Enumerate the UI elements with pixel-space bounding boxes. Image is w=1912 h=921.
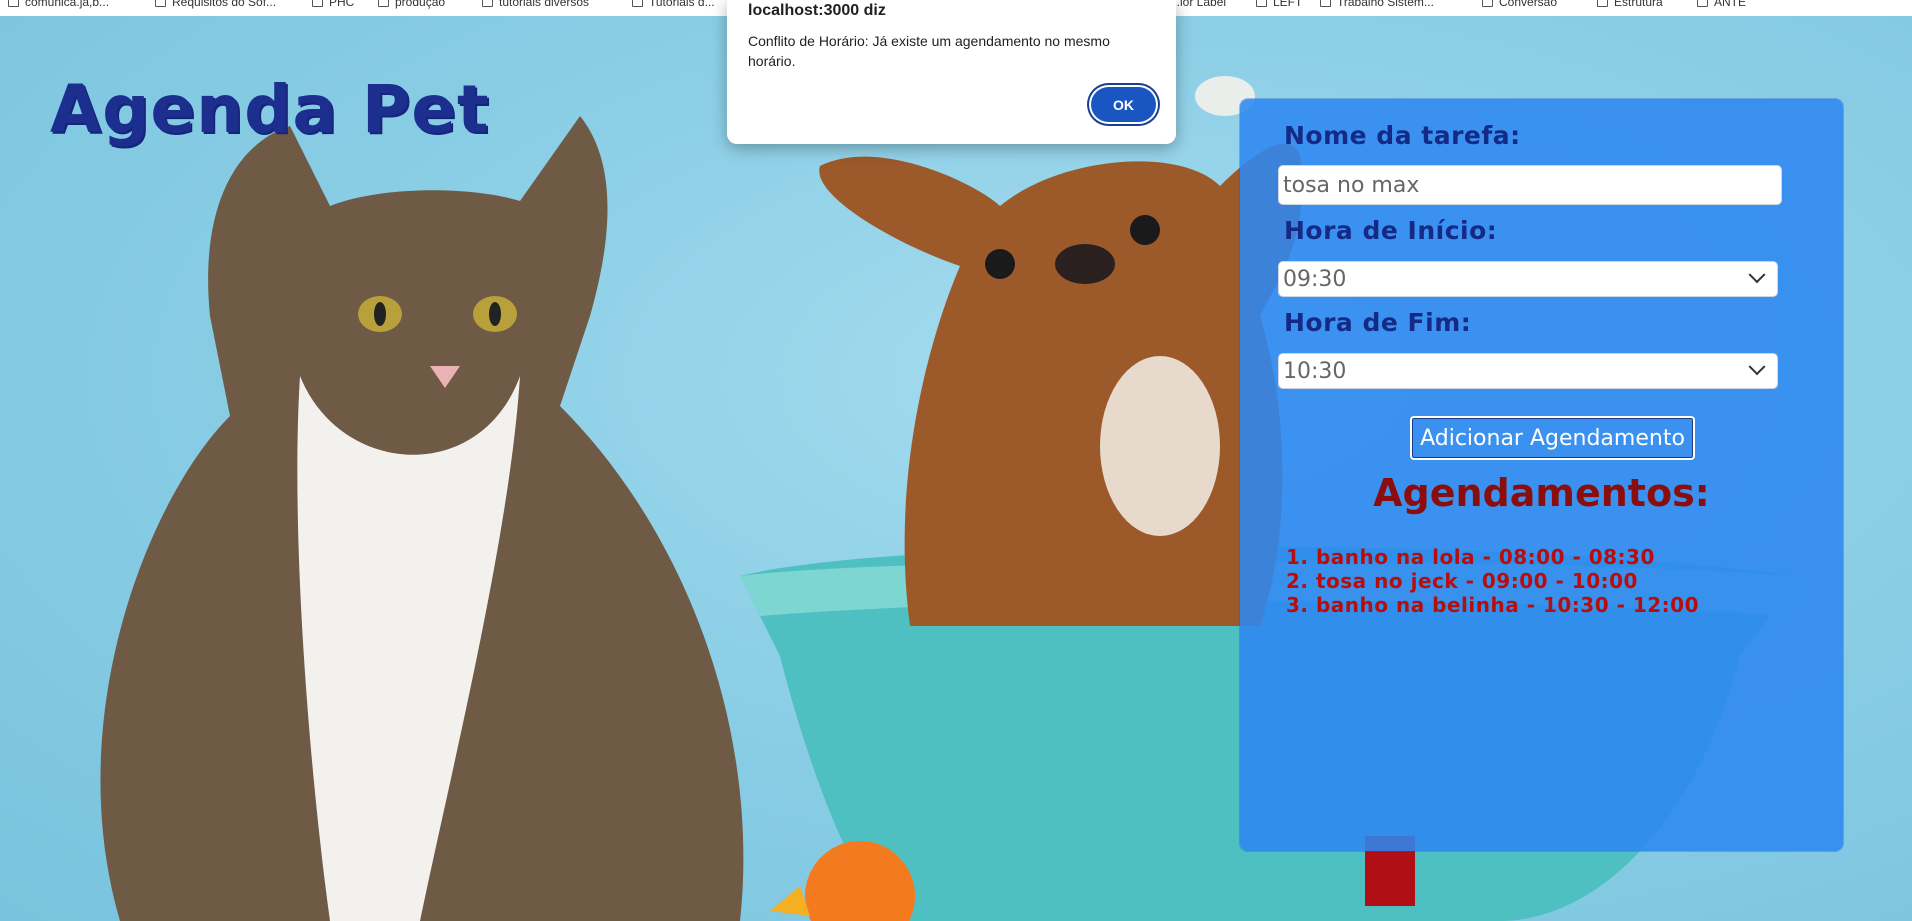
alert-dialog: localhost:3000 diz Conflito de Horário: … xyxy=(727,0,1176,144)
bookmark-item[interactable]: LEFT xyxy=(1256,0,1302,10)
task-name-label: Nome da tarefa: xyxy=(1284,121,1521,150)
bookmark-item[interactable]: Trabalho Sistem... xyxy=(1320,0,1434,10)
folder-icon xyxy=(378,0,389,7)
background-scene: Agenda Pet Nome da tarefa: tosa no max H… xyxy=(0,16,1912,921)
end-time-label: Hora de Fim: xyxy=(1284,308,1472,337)
bookmark-item[interactable]: comunica.ja,b... xyxy=(8,0,109,10)
folder-icon xyxy=(1597,0,1608,7)
task-name-input[interactable]: tosa no max xyxy=(1278,165,1782,205)
bookmark-item[interactable]: Conversão xyxy=(1482,0,1557,10)
chevron-down-icon xyxy=(1748,358,1766,376)
bookmark-item[interactable]: ANTE xyxy=(1697,0,1746,10)
bookmark-item[interactable]: ...ior Label xyxy=(1170,0,1226,10)
dialog-message: Conflito de Horário: Já existe um agenda… xyxy=(748,33,1110,69)
dialog-title: localhost:3000 diz xyxy=(748,2,886,19)
bookmark-item[interactable]: Estrutura xyxy=(1597,0,1663,10)
folder-icon xyxy=(632,0,643,7)
chevron-down-icon xyxy=(1748,266,1766,284)
list-item: 3. banho na belinha - 10:30 - 12:00 xyxy=(1286,593,1700,617)
appointments-title: Agendamentos: xyxy=(1373,471,1710,515)
folder-icon xyxy=(1256,0,1267,7)
page-icon xyxy=(155,0,166,7)
add-appointment-button[interactable]: Adicionar Agendamento xyxy=(1410,416,1695,460)
bookmark-item[interactable]: produção xyxy=(378,0,445,10)
bookmark-item[interactable]: Requisitos do Sof... xyxy=(155,0,276,10)
link-icon xyxy=(312,0,323,7)
folder-icon xyxy=(1482,0,1493,7)
link-icon xyxy=(1320,0,1331,7)
end-time-select[interactable]: 10:30 xyxy=(1278,353,1778,389)
appointments-list: 1. banho na lola - 08:00 - 08:30 2. tosa… xyxy=(1286,545,1699,617)
bookmark-item[interactable]: tutoriais diversos xyxy=(482,0,589,10)
start-time-label: Hora de Início: xyxy=(1284,216,1498,245)
list-item: 1. banho na lola - 08:00 - 08:30 xyxy=(1286,545,1655,569)
ok-button[interactable]: OK xyxy=(1091,87,1156,122)
start-time-select[interactable]: 09:30 xyxy=(1278,261,1778,297)
list-item: 2. tosa no jeck - 09:00 - 10:00 xyxy=(1286,569,1638,593)
folder-icon xyxy=(482,0,493,7)
scheduling-panel: Nome da tarefa: tosa no max Hora de Iníc… xyxy=(1240,99,1843,851)
folder-icon xyxy=(8,0,19,7)
page-title: Agenda Pet xyxy=(50,71,490,148)
bookmark-item[interactable]: PHC xyxy=(312,0,354,10)
folder-icon xyxy=(1697,0,1708,7)
bookmark-item[interactable]: Tutoriais d... xyxy=(632,0,715,10)
